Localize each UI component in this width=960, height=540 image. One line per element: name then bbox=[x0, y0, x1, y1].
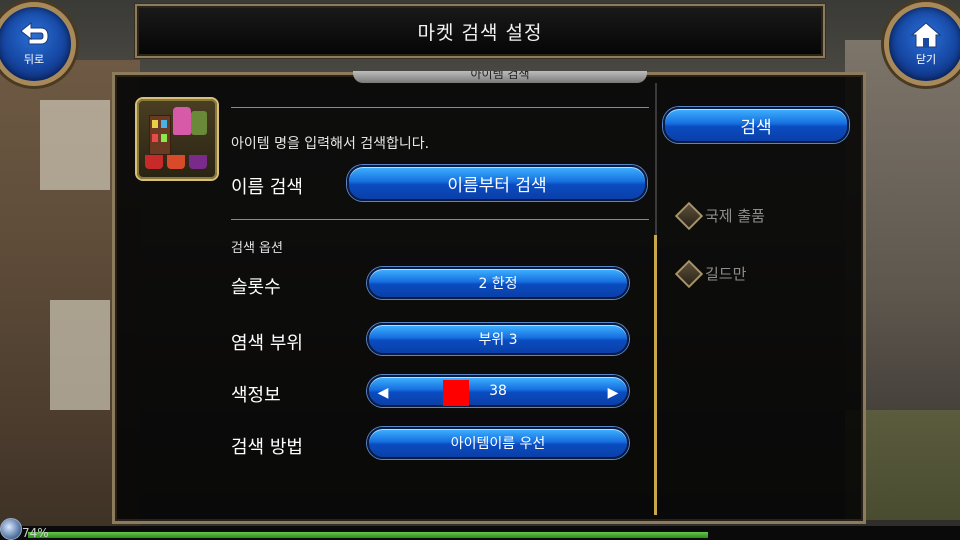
shop-item-icon bbox=[137, 99, 217, 179]
slot-count-button[interactable]: 2 한정 bbox=[367, 267, 629, 299]
hp-orb-icon bbox=[0, 518, 22, 540]
guild-only-option[interactable]: 길드만 bbox=[674, 259, 747, 288]
color-swatch bbox=[443, 380, 469, 406]
title-bar: 마켓 검색 설정 bbox=[135, 4, 825, 58]
page-title: 마켓 검색 설정 bbox=[417, 21, 543, 44]
search-options-heading: 검색 옵션 bbox=[231, 241, 283, 256]
dress-graphic bbox=[173, 107, 191, 135]
name-search-button[interactable]: 이름부터 검색 bbox=[347, 165, 647, 201]
jacket-graphic bbox=[191, 111, 207, 135]
search-button[interactable]: 검색 bbox=[663, 107, 849, 143]
international-listing-label: 국제 출품 bbox=[705, 207, 765, 225]
left-arrow-icon[interactable]: ◀ bbox=[375, 377, 391, 409]
international-listing-option[interactable]: 국제 출품 bbox=[674, 201, 765, 230]
back-label: 뒤로 bbox=[23, 53, 45, 66]
panel-top-tab: 아이템 검색 bbox=[353, 71, 647, 83]
right-arrow-icon[interactable]: ▶ bbox=[605, 377, 621, 409]
back-arrow-icon bbox=[20, 21, 49, 45]
basket-graphic bbox=[167, 155, 185, 169]
guild-only-label: 길드만 bbox=[705, 265, 747, 283]
market-search-panel: 아이템 검색 아이템 명을 입력해서 검색합니다. 이름 검색 이름부터 검색 … bbox=[112, 71, 866, 524]
basket-graphic bbox=[189, 155, 207, 169]
shelf-graphic bbox=[149, 115, 171, 155]
home-icon bbox=[910, 22, 942, 48]
close-label: 닫기 bbox=[915, 53, 937, 66]
close-button[interactable]: 닫기 bbox=[884, 2, 960, 86]
color-info-value: 38 bbox=[489, 383, 507, 399]
dye-part-label: 염색 부위 bbox=[231, 333, 303, 354]
name-search-label: 이름 검색 bbox=[231, 177, 303, 198]
hp-bar bbox=[28, 532, 708, 538]
search-hint: 아이템 명을 입력해서 검색합니다. bbox=[231, 136, 430, 152]
slot-count-label: 슬롯수 bbox=[231, 277, 281, 298]
color-info-slider[interactable]: ◀ 38 ▶ bbox=[367, 375, 629, 407]
diamond-icon bbox=[674, 201, 704, 230]
hp-percent: 74% bbox=[22, 526, 49, 540]
divider bbox=[231, 107, 649, 108]
background-poster bbox=[50, 300, 110, 410]
search-method-label: 검색 방법 bbox=[231, 437, 303, 458]
dye-part-button[interactable]: 부위 3 bbox=[367, 323, 629, 355]
background-poster bbox=[40, 100, 110, 190]
diamond-icon bbox=[674, 259, 704, 288]
divider bbox=[231, 219, 649, 220]
scrollbar-thumb[interactable] bbox=[654, 235, 657, 515]
basket-graphic bbox=[145, 155, 163, 169]
color-info-label: 색정보 bbox=[231, 385, 281, 406]
search-method-button[interactable]: 아이템이름 우선 bbox=[367, 427, 629, 459]
